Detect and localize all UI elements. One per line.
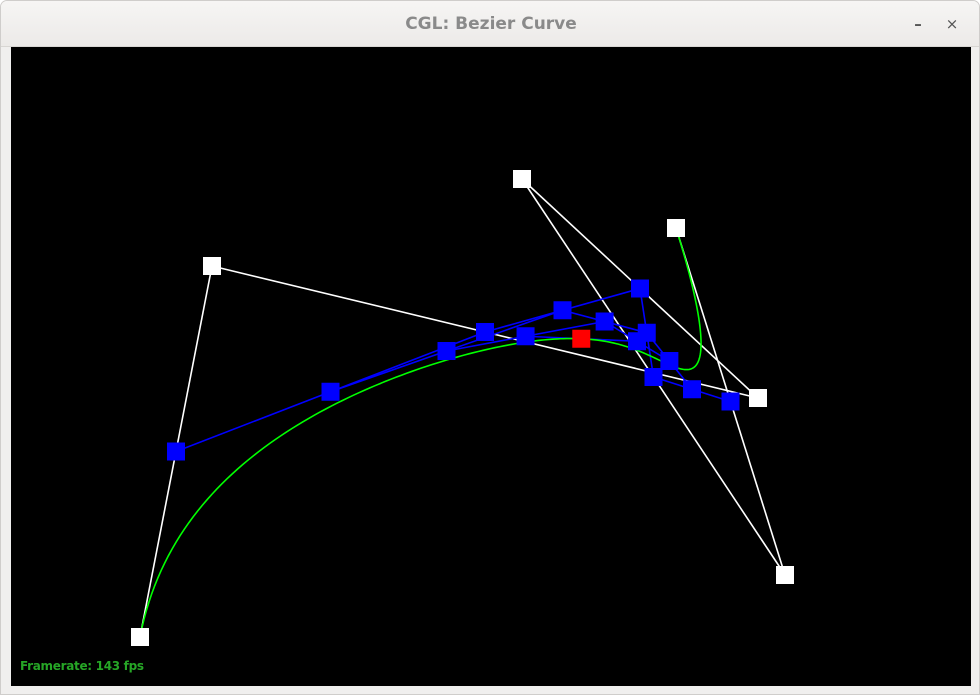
intermediate-point — [631, 279, 649, 298]
minimize-icon[interactable]: – — [908, 14, 928, 34]
intermediate-point — [644, 368, 663, 386]
control-point[interactable] — [667, 219, 685, 237]
control-point[interactable] — [203, 257, 221, 275]
render-canvas[interactable]: Framerate: 143 fps — [11, 47, 971, 686]
title-bar[interactable]: CGL: Bezier Curve – × — [1, 1, 979, 47]
curve-point — [572, 329, 591, 348]
close-icon[interactable]: × — [942, 14, 962, 34]
intermediate-point — [660, 352, 679, 370]
intermediate-point — [683, 380, 701, 399]
intermediate-point — [516, 327, 535, 346]
intermediate-point — [167, 442, 185, 461]
intermediate-point — [553, 301, 572, 320]
intermediate-point — [437, 342, 456, 360]
framerate-label: Framerate: 143 fps — [20, 659, 144, 673]
control-point[interactable] — [749, 389, 767, 407]
app-window: CGL: Bezier Curve – × Framerate: 143 fps — [0, 0, 980, 695]
intermediate-point — [628, 332, 646, 351]
window-title: CGL: Bezier Curve — [405, 14, 577, 34]
intermediate-point — [595, 312, 614, 331]
intermediate-point — [476, 323, 494, 341]
intermediate-point — [321, 382, 340, 401]
control-point[interactable] — [513, 170, 531, 188]
intermediate-point — [721, 392, 740, 411]
bezier-scene[interactable] — [11, 47, 971, 686]
control-point[interactable] — [776, 566, 794, 584]
control-point[interactable] — [131, 628, 149, 646]
